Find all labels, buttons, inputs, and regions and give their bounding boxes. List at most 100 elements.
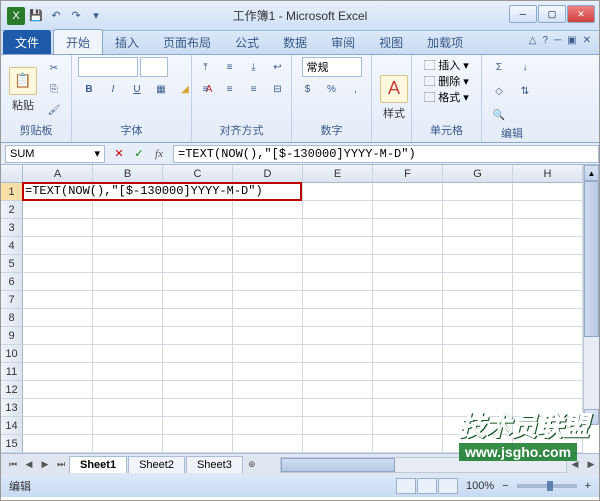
align-top-icon[interactable]: ⤒ bbox=[195, 57, 217, 77]
cancel-button[interactable]: ✕ bbox=[109, 145, 129, 163]
cell[interactable] bbox=[303, 255, 373, 273]
cell[interactable] bbox=[443, 273, 513, 291]
cell[interactable] bbox=[93, 327, 163, 345]
cells-insert-button[interactable]: ⬚ 插入 ▾ bbox=[424, 57, 469, 73]
cell[interactable] bbox=[303, 435, 373, 453]
scroll-thumb-v[interactable] bbox=[584, 181, 599, 337]
tab-insert[interactable]: 插入 bbox=[103, 30, 151, 54]
row-header[interactable]: 12 bbox=[1, 381, 23, 399]
font-name-box[interactable] bbox=[78, 57, 138, 77]
scroll-thumb-h[interactable] bbox=[281, 458, 395, 472]
cell[interactable] bbox=[373, 417, 443, 435]
cell[interactable] bbox=[93, 237, 163, 255]
tab-formulas[interactable]: 公式 bbox=[223, 30, 271, 54]
cell[interactable] bbox=[513, 363, 583, 381]
view-normal-button[interactable] bbox=[396, 478, 416, 494]
cell[interactable] bbox=[443, 399, 513, 417]
cell[interactable] bbox=[93, 381, 163, 399]
sheet-nav-next-icon[interactable]: ▶ bbox=[37, 457, 53, 473]
cells-format-button[interactable]: ⬚ 格式 ▾ bbox=[424, 89, 469, 105]
cell[interactable] bbox=[303, 219, 373, 237]
cell[interactable] bbox=[443, 435, 513, 453]
cell[interactable] bbox=[233, 291, 303, 309]
cell[interactable] bbox=[443, 255, 513, 273]
col-header-d[interactable]: D bbox=[233, 165, 303, 182]
cell[interactable] bbox=[513, 435, 583, 453]
cell[interactable] bbox=[233, 309, 303, 327]
zoom-out-button[interactable]: − bbox=[502, 480, 508, 492]
tab-home[interactable]: 开始 bbox=[53, 29, 103, 54]
row-header[interactable]: 3 bbox=[1, 219, 23, 237]
cell[interactable] bbox=[23, 219, 93, 237]
cell[interactable] bbox=[163, 237, 233, 255]
cell[interactable] bbox=[23, 255, 93, 273]
cell[interactable] bbox=[93, 273, 163, 291]
scroll-left-icon[interactable]: ◀ bbox=[567, 457, 583, 473]
col-header-f[interactable]: F bbox=[373, 165, 443, 182]
italic-button[interactable]: I bbox=[102, 79, 124, 99]
cell[interactable] bbox=[163, 219, 233, 237]
excel-icon[interactable]: X bbox=[7, 7, 25, 25]
cell[interactable] bbox=[233, 327, 303, 345]
cell[interactable] bbox=[443, 291, 513, 309]
cell[interactable] bbox=[23, 363, 93, 381]
cells-delete-button[interactable]: ⬚ 删除 ▾ bbox=[424, 73, 469, 89]
align-left-icon[interactable]: ≡ bbox=[195, 79, 217, 99]
cell[interactable] bbox=[373, 381, 443, 399]
cell[interactable] bbox=[443, 309, 513, 327]
copy-icon[interactable]: ⎘ bbox=[43, 80, 65, 100]
row-header[interactable]: 13 bbox=[1, 399, 23, 417]
cell[interactable] bbox=[373, 291, 443, 309]
cell[interactable] bbox=[163, 273, 233, 291]
cell[interactable] bbox=[443, 219, 513, 237]
cell[interactable] bbox=[23, 201, 93, 219]
zoom-slider[interactable] bbox=[517, 484, 577, 488]
cell[interactable] bbox=[443, 183, 513, 201]
comma-icon[interactable]: , bbox=[345, 79, 367, 99]
cell[interactable] bbox=[513, 417, 583, 435]
cell[interactable] bbox=[163, 327, 233, 345]
cell[interactable] bbox=[513, 399, 583, 417]
tab-data[interactable]: 数据 bbox=[271, 30, 319, 54]
row-header[interactable]: 7 bbox=[1, 291, 23, 309]
cell[interactable] bbox=[443, 327, 513, 345]
sheet-tab-2[interactable]: Sheet2 bbox=[128, 456, 185, 473]
formula-input[interactable]: =TEXT(NOW(),"[$-130000]YYYY-M-D") bbox=[173, 145, 599, 163]
cell[interactable] bbox=[93, 435, 163, 453]
fx-button[interactable]: fx bbox=[149, 145, 169, 163]
row-header[interactable]: 15 bbox=[1, 435, 23, 453]
cut-icon[interactable]: ✂ bbox=[43, 59, 65, 79]
cell[interactable] bbox=[513, 219, 583, 237]
cell[interactable] bbox=[443, 381, 513, 399]
cell[interactable] bbox=[513, 237, 583, 255]
row-header[interactable]: 14 bbox=[1, 417, 23, 435]
cell[interactable] bbox=[163, 417, 233, 435]
cell[interactable] bbox=[233, 237, 303, 255]
tab-addins[interactable]: 加载项 bbox=[415, 30, 475, 54]
cell[interactable]: =TEXT(NOW(),"[$-130000]YYYY-M-D") bbox=[23, 183, 93, 201]
cell[interactable] bbox=[373, 255, 443, 273]
cell[interactable] bbox=[163, 255, 233, 273]
cell[interactable] bbox=[443, 345, 513, 363]
sheet-nav-first-icon[interactable]: ⏮ bbox=[5, 457, 21, 473]
cell[interactable] bbox=[233, 219, 303, 237]
cell[interactable] bbox=[303, 309, 373, 327]
clear-icon[interactable]: ◇ bbox=[488, 81, 510, 101]
cell[interactable] bbox=[303, 345, 373, 363]
undo-icon[interactable]: ↶ bbox=[47, 7, 65, 25]
cell[interactable] bbox=[303, 183, 373, 201]
cell[interactable] bbox=[23, 327, 93, 345]
cell[interactable] bbox=[163, 363, 233, 381]
cell[interactable] bbox=[513, 309, 583, 327]
cell[interactable] bbox=[23, 417, 93, 435]
format-painter-icon[interactable]: 🖌 bbox=[43, 101, 65, 121]
currency-icon[interactable]: $ bbox=[297, 79, 319, 99]
cell[interactable] bbox=[163, 435, 233, 453]
cell[interactable] bbox=[93, 219, 163, 237]
row-header[interactable]: 8 bbox=[1, 309, 23, 327]
horizontal-scrollbar[interactable] bbox=[280, 457, 567, 473]
cell[interactable] bbox=[303, 327, 373, 345]
cell[interactable] bbox=[373, 309, 443, 327]
col-header-b[interactable]: B bbox=[93, 165, 163, 182]
align-bottom-icon[interactable]: ⤓ bbox=[243, 57, 265, 77]
